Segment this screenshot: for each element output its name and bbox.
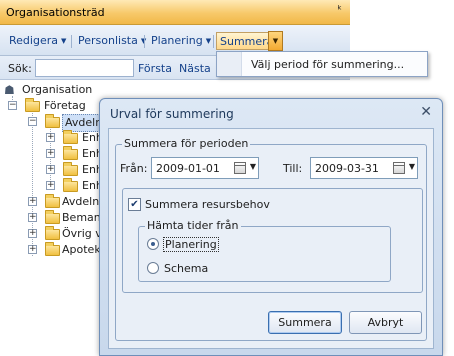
from-label: Från: [120, 162, 148, 175]
to-label: Till: [283, 162, 303, 175]
dialog-title: Urval för summering [110, 107, 234, 121]
organisation-icon: ☗ [4, 83, 15, 97]
search-first-link[interactable]: Första [138, 62, 172, 75]
from-date-value: 2009-01-01 [156, 162, 220, 175]
folder-icon [63, 146, 78, 160]
staff-list-menu-button[interactable]: Personlista▼ [75, 32, 149, 50]
tree-node-label: Organisation [22, 83, 93, 96]
tree-node-department[interactable]: + Avdelni [26, 194, 103, 210]
period-group-title: Summera för perioden [122, 137, 251, 150]
planning-menu-button[interactable]: Planering ▼ [148, 32, 214, 50]
summary-dialog: Urval för summering ✕ Summera för period… [99, 98, 443, 356]
summarize-resources-label: Summera resursbehov [145, 198, 270, 211]
tree-node-label: Apotek [62, 243, 101, 256]
calendar-icon [393, 162, 405, 174]
staff-list-label: Personlista [78, 34, 138, 47]
fetch-times-title: Hämta tider från [145, 219, 241, 232]
summary-label: Summera [220, 35, 274, 48]
expand-icon[interactable]: + [28, 229, 37, 238]
options-group: ✔ Summera resursbehov Hämta tider från P… [122, 188, 423, 293]
tree-node-unit[interactable]: + Enh [44, 162, 104, 178]
expand-icon[interactable]: + [28, 213, 37, 222]
schedule-radio[interactable] [147, 262, 159, 274]
toolbar-separator [144, 35, 145, 48]
planning-label: Planering [151, 34, 203, 47]
toolbar-separator [213, 35, 214, 48]
folder-icon [63, 130, 78, 144]
pin-icon[interactable]: ᵏ [337, 3, 342, 16]
collapse-icon[interactable]: − [28, 117, 37, 126]
close-icon[interactable]: ✕ [420, 104, 432, 120]
schedule-radio-label: Schema [164, 262, 209, 275]
folder-icon [45, 242, 60, 256]
folder-icon [45, 194, 60, 208]
search-input[interactable] [35, 59, 134, 77]
planning-radio-label: Planering [163, 237, 219, 252]
menu-icon-column [217, 52, 242, 76]
tree-node-pharmacy[interactable]: + Apotek [26, 242, 101, 258]
chevron-down-icon: ▼ [205, 37, 212, 45]
tree-node-organisation[interactable]: ☗ Organisation [4, 82, 124, 98]
expand-icon[interactable]: + [46, 149, 55, 158]
panel-titlebar: Organisationsträd ᵏ [0, 0, 350, 25]
folder-icon [45, 226, 60, 240]
summary-dropdown-menu: Välj period för summering... [216, 51, 428, 77]
folder-icon [45, 210, 60, 224]
planning-radio[interactable] [147, 238, 159, 250]
folder-icon [25, 98, 40, 112]
folder-icon [45, 114, 60, 128]
tree-node-staffing[interactable]: + Bemann [26, 210, 108, 226]
tree-node-unit[interactable]: + Enh [44, 178, 104, 194]
tree-node-unit[interactable]: + Enh [44, 130, 104, 146]
collapse-icon[interactable]: − [8, 101, 17, 110]
tree-node-other[interactable]: + Övrig ve [26, 226, 109, 242]
edit-menu-label: Redigera [9, 34, 58, 47]
summarize-button[interactable]: Summera [268, 311, 342, 334]
tree-node-unit[interactable]: + Enh [44, 146, 104, 162]
calendar-icon [234, 162, 246, 174]
tree-node-department-selected[interactable]: − Avdelni [26, 114, 109, 132]
to-date-value: 2009-03-31 [315, 162, 379, 175]
expand-icon[interactable]: + [28, 245, 37, 254]
summarize-resources-checkbox[interactable]: ✔ [128, 198, 141, 211]
expand-icon[interactable]: + [46, 181, 55, 190]
cancel-button-label: Avbryt [367, 316, 404, 329]
search-label: Sök: [8, 62, 32, 75]
chevron-down-icon: ▼ [408, 162, 415, 171]
folder-icon [63, 178, 78, 192]
period-group: Summera för perioden Från: 2009-01-01 ▼ … [115, 137, 427, 341]
search-next-link[interactable]: Nästa [179, 62, 211, 75]
toolbar-separator [71, 35, 72, 48]
tree-node-label: Företag [44, 99, 86, 112]
cancel-button[interactable]: Avbryt [349, 311, 422, 334]
to-date-picker[interactable]: 2009-03-31 ▼ [310, 157, 418, 179]
chevron-down-icon: ▼ [60, 37, 67, 45]
tree-node-label: Avdelni [62, 195, 103, 208]
dialog-body: Summera för perioden Från: 2009-01-01 ▼ … [108, 128, 434, 349]
folder-icon [63, 162, 78, 176]
chevron-down-icon: ▼ [249, 162, 256, 171]
expand-icon[interactable]: + [46, 165, 55, 174]
fetch-times-group: Hämta tider från Planering Schema [138, 219, 391, 282]
expand-icon[interactable]: + [28, 197, 37, 206]
expand-icon[interactable]: + [46, 133, 55, 142]
summary-dropdown-button[interactable]: ▼ [268, 31, 283, 51]
summarize-button-label: Summera [278, 316, 332, 329]
menu-item-select-period[interactable]: Välj period för summering... [251, 58, 404, 71]
panel-title: Organisationsträd [6, 6, 105, 19]
edit-menu-button[interactable]: Redigera ▼ [6, 32, 69, 50]
from-date-picker[interactable]: 2009-01-01 ▼ [151, 157, 259, 179]
